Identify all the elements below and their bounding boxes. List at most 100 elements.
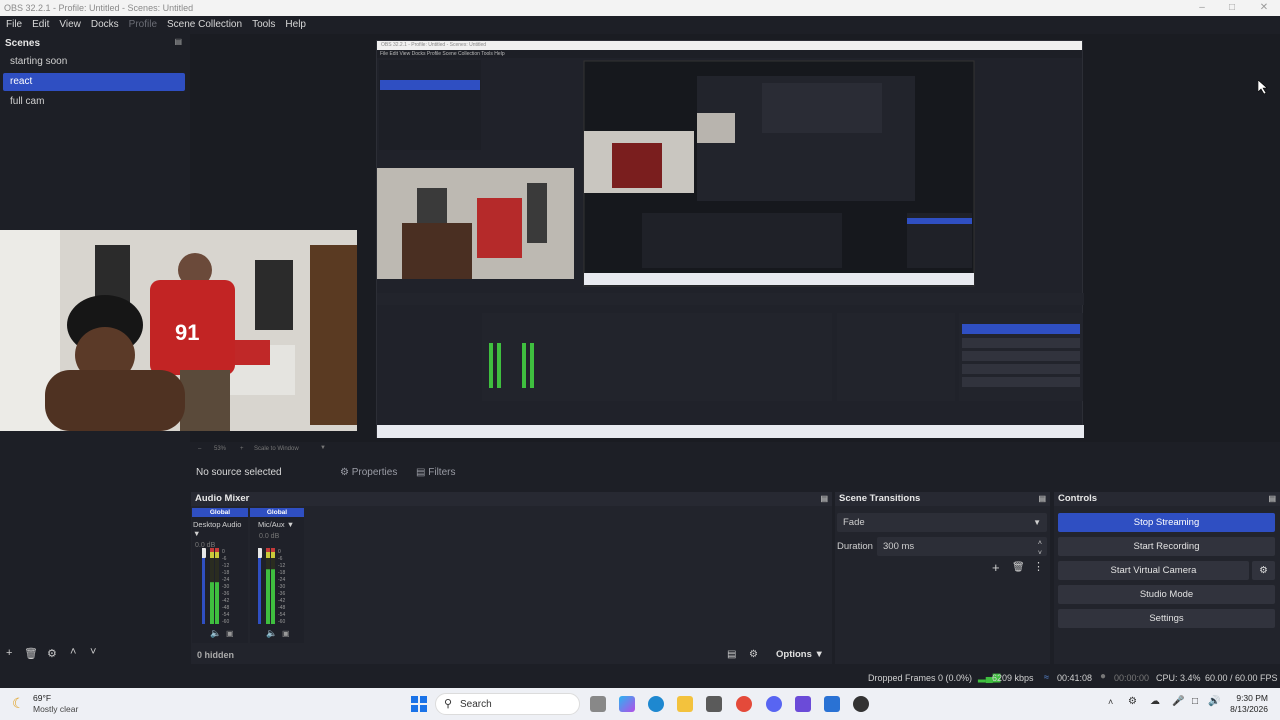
clock-date[interactable]: 8/13/2026 (1226, 704, 1268, 714)
scenes-dock: Scenes ▤ starting soon react full cam (0, 34, 188, 230)
start-recording-button[interactable]: Start Recording (1058, 537, 1275, 556)
menu-file[interactable]: File (6, 19, 22, 30)
menu-edit[interactable]: Edit (32, 19, 49, 30)
nested-title-bar: OBS 32.2.1 - Profile: Untitled - Scenes:… (377, 41, 1082, 50)
menu-tools[interactable]: Tools (252, 19, 275, 30)
weather-desc[interactable]: Mostly clear (33, 704, 78, 714)
maximize-icon[interactable]: □ (1216, 0, 1248, 16)
controls-dock: Controls ▤ Stop Streaming Start Recordin… (1054, 492, 1280, 664)
mixer-channel-mic-aux: Global Mic/Aux ▼ 0.0 dB 0 -6 -12 -18 -24 -30-… (250, 508, 304, 643)
studio-mode-button[interactable]: Studio Mode (1058, 585, 1275, 604)
channel-name-button[interactable]: Mic/Aux ▼ (250, 520, 304, 529)
dock-popout-icon[interactable]: ▤ (1038, 492, 1046, 506)
settings-button[interactable]: Settings (1058, 609, 1275, 628)
add-scene-icon[interactable]: + (6, 647, 12, 659)
stream-icon: ≈ (1044, 672, 1049, 682)
speaker-icon[interactable]: 🔈 (266, 628, 277, 639)
menu-help[interactable]: Help (285, 19, 306, 30)
tray-chevron-up-icon[interactable]: ˄ (1108, 697, 1113, 707)
add-transition-icon[interactable]: + (992, 560, 1000, 575)
menu-profile[interactable]: Profile (129, 19, 157, 30)
fader-track (202, 548, 205, 624)
network-icon[interactable]: □ (1192, 696, 1198, 707)
channel-settings-icon[interactable]: ▣ (226, 629, 234, 638)
cloud-icon[interactable]: ☁ (1150, 696, 1160, 707)
start-virtual-camera-button[interactable]: Start Virtual Camera (1058, 561, 1249, 580)
virtual-camera-settings-button[interactable]: ⚙ (1252, 561, 1275, 580)
layout-icon[interactable]: ▤ (727, 649, 736, 660)
title-bar: OBS 32.2.1 - Profile: Untitled - Scenes:… (0, 0, 1280, 16)
store-icon[interactable] (706, 696, 722, 712)
minimize-icon[interactable]: – (1186, 0, 1218, 16)
meter-scale-label: -36 (222, 591, 229, 597)
dock-popout-icon[interactable]: ▤ (820, 492, 828, 506)
cpu-usage: CPU: 3.4% (1156, 673, 1201, 683)
duration-spinbox[interactable]: 300 ms ˄ ˅ (877, 537, 1047, 557)
scale-mode-select[interactable]: Scale to Window (254, 446, 299, 452)
properties-button[interactable]: ⚙ Properties (340, 467, 397, 478)
copilot-icon[interactable] (619, 696, 635, 712)
transition-select[interactable]: Fade ▼ (837, 513, 1047, 532)
tray-app-icon[interactable]: ⚙ (1128, 696, 1137, 707)
dropped-frames: Dropped Frames 0 (0.0%) (868, 673, 973, 683)
meter-scale-label: -30 (278, 584, 285, 590)
svg-text:91: 91 (175, 320, 199, 345)
dock-popout-icon[interactable]: ▤ (1268, 492, 1276, 506)
chevron-down-icon: ▼ (193, 529, 201, 538)
zoom-out-icon[interactable]: – (198, 446, 201, 452)
move-down-icon[interactable]: ˅ (90, 646, 96, 658)
source-status: No source selected (196, 467, 282, 478)
zoom-in-icon[interactable]: + (240, 446, 244, 452)
stop-streaming-button[interactable]: Stop Streaming (1058, 513, 1275, 532)
menu-docks[interactable]: Docks (91, 19, 119, 30)
trash-icon[interactable]: 🗑 (24, 647, 38, 660)
clock-time[interactable]: 9:30 PM (1228, 693, 1268, 703)
move-up-icon[interactable]: ˄ (70, 646, 76, 658)
volume-icon[interactable]: 🔊 (1208, 696, 1220, 707)
advanced-audio-icon[interactable]: ⚙ (749, 649, 758, 660)
filters-button[interactable]: ▤ Filters (416, 467, 455, 478)
trash-icon[interactable]: 🗑 (1012, 562, 1025, 573)
channel-name-button[interactable]: Desktop Audio ▼ (192, 520, 248, 538)
weather-temp[interactable]: 69°F (33, 693, 51, 703)
meter-scale-label: -12 (278, 563, 285, 569)
controls-title: Controls (1058, 493, 1098, 504)
app-grid-icon[interactable] (795, 696, 811, 712)
meter-yellow-zone (266, 552, 270, 558)
scene-transitions-header: Scene Transitions ▤ (835, 492, 1050, 506)
audio-mixer-dock: Audio Mixer ▤ Global Desktop Audio ▼ 0.0… (191, 492, 832, 664)
scene-transitions-title: Scene Transitions (839, 493, 921, 504)
meter-level (215, 582, 219, 624)
taskbar-search-box[interactable]: ⚲ Search (435, 693, 580, 715)
chevron-down-icon[interactable]: ▼ (320, 445, 326, 451)
options-button[interactable]: Options ▼ (776, 649, 824, 660)
gear-icon[interactable]: ⚙ (47, 647, 57, 660)
audio-mixer-title: Audio Mixer (195, 493, 250, 504)
windows-start-icon[interactable] (411, 696, 427, 712)
scene-item-starting-soon[interactable]: starting soon (3, 53, 185, 71)
edge-browser-icon[interactable] (648, 696, 664, 712)
microphone-icon[interactable]: 🎤 (1172, 696, 1184, 707)
dock-popout-icon[interactable]: ▤ (174, 34, 182, 50)
meter-red-zone (271, 548, 275, 552)
menu-scene-collection[interactable]: Scene Collection (167, 19, 242, 30)
meter-scale-label: -6 (222, 556, 227, 562)
windows-taskbar: ☾ 69°F Mostly clear ⚲ Search ˄ ⚙ ☁ 🎤 □ 🔊… (0, 688, 1280, 720)
close-icon[interactable]: ✕ (1248, 0, 1280, 16)
window-title: OBS 32.2.1 - Profile: Untitled - Scenes:… (4, 3, 194, 13)
webcam-source[interactable]: 91 (0, 230, 357, 431)
more-options-icon[interactable]: ⋮ (1033, 560, 1044, 573)
task-view-icon[interactable] (590, 696, 606, 712)
scene-item-full-cam[interactable]: full cam (3, 93, 185, 111)
chrome-icon[interactable] (736, 696, 752, 712)
speaker-icon[interactable]: 🔈 (210, 628, 221, 639)
discord-icon[interactable] (766, 696, 782, 712)
display-capture-source[interactable]: OBS 32.2.1 - Profile: Untitled - Scenes:… (376, 40, 1084, 438)
file-explorer-icon[interactable] (677, 696, 693, 712)
channel-settings-icon[interactable]: ▣ (282, 629, 290, 638)
obs-icon[interactable] (853, 696, 869, 712)
photos-icon[interactable] (824, 696, 840, 712)
menu-view[interactable]: View (59, 19, 81, 30)
scene-item-react[interactable]: react (3, 73, 185, 91)
channel-tag: Global (192, 508, 248, 517)
